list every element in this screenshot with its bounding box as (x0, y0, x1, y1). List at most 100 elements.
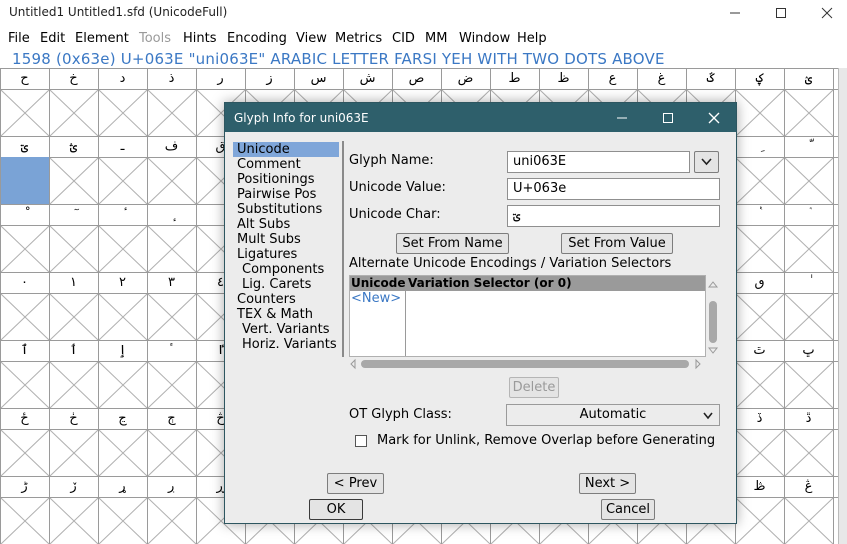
menu-cid[interactable]: CID (392, 31, 415, 46)
glyph-cell-label[interactable]: ؽ (784, 70, 833, 88)
glyph-cell-label[interactable]: ڏ (735, 410, 784, 428)
menu-tools[interactable]: Tools (139, 31, 171, 46)
glyph-cell-label[interactable]: ٕ (147, 206, 196, 224)
empty-glyph-cross[interactable] (148, 498, 196, 544)
menu-view[interactable]: View (296, 31, 327, 46)
empty-glyph-cross[interactable] (785, 294, 833, 340)
glyph-cell-label[interactable]: ڑ (0, 478, 49, 496)
empty-glyph-cross[interactable] (99, 294, 147, 340)
empty-glyph-cross[interactable] (99, 498, 147, 544)
glyph-cell-label[interactable]: ١ (49, 274, 98, 292)
glyph-cell-label[interactable]: ٯ (735, 274, 784, 292)
glyph-cell-label[interactable]: ڂ (49, 410, 98, 428)
glyph-cell-label[interactable]: ف (147, 138, 196, 156)
glyph-cell-label[interactable]: ٲ (49, 342, 98, 360)
glyph-cell-label[interactable]: ؼ (735, 70, 784, 88)
empty-glyph-cross[interactable] (99, 226, 147, 272)
side-item-vert-variants[interactable]: Vert. Variants (233, 322, 339, 337)
maximize-icon[interactable] (645, 103, 691, 132)
side-item-lig-carets[interactable]: Lig. Carets (233, 277, 339, 292)
glyph-cell-label[interactable]: ص (392, 70, 441, 88)
prev-button[interactable]: < Prev (327, 473, 384, 494)
side-item-counters[interactable]: Counters (233, 292, 339, 307)
glyph-cell-label[interactable]: خ (49, 70, 98, 88)
alt-table-hscrollbar[interactable] (349, 357, 706, 371)
glyph-cell-label[interactable]: ڠ (784, 478, 833, 496)
glyph-cell-label[interactable]: ؾ (0, 138, 49, 156)
glyph-cell-label[interactable]: ڀ (784, 342, 833, 360)
menu-hints[interactable]: Hints (183, 31, 217, 46)
empty-glyph-cross[interactable] (50, 90, 98, 136)
glyph-cell-label[interactable]: ٰ (784, 274, 833, 292)
glyph-cell-label[interactable]: ػ (686, 70, 735, 88)
glyph-cell-label[interactable]: ظ (539, 70, 588, 88)
glyph-cell-label[interactable]: ٓ (49, 206, 98, 224)
empty-glyph-cross[interactable] (50, 294, 98, 340)
side-item-positionings[interactable]: Positionings (233, 172, 339, 187)
glyph-cell-label[interactable]: ض (441, 70, 490, 88)
glyph-cell-label[interactable]: د (98, 70, 147, 88)
glyph-cell-label[interactable]: ز (245, 70, 294, 88)
empty-glyph-cross[interactable] (50, 362, 98, 408)
empty-glyph-cross[interactable] (148, 90, 196, 136)
menu-window[interactable]: Window (459, 31, 510, 46)
side-item-tex-math[interactable]: TEX & Math (233, 307, 339, 322)
menu-element[interactable]: Element (75, 31, 129, 46)
menu-help[interactable]: Help (517, 31, 547, 46)
empty-glyph-cross[interactable] (99, 430, 147, 476)
glyph-cell-label[interactable]: ر (196, 70, 245, 88)
alt-new-entry[interactable]: <New> (351, 291, 401, 306)
unlink-checkbox[interactable] (355, 435, 367, 447)
glyph-cell-label[interactable]: ٔ (98, 206, 147, 224)
glyph-cell-label[interactable]: ـ (98, 138, 147, 156)
glyph-cell-label[interactable]: ّ (784, 138, 833, 156)
glyph-cell-label[interactable]: ٣ (147, 274, 196, 292)
glyph-cell-label[interactable]: ٱ (0, 342, 49, 360)
glyph-cell-label[interactable]: ْ (0, 206, 49, 224)
maximize-icon[interactable] (758, 0, 804, 26)
glyph-cell-label[interactable]: ٠ (0, 274, 49, 292)
empty-glyph-cross[interactable] (785, 226, 833, 272)
glyph-cell-label[interactable]: ڄ (147, 410, 196, 428)
close-icon[interactable] (691, 103, 737, 132)
minimize-icon[interactable] (599, 103, 645, 132)
glyph-cell-label[interactable]: ط (490, 70, 539, 88)
menu-mm[interactable]: MM (425, 31, 447, 46)
glyph-cell-label[interactable]: ؿ (49, 138, 98, 156)
glyph-cell-label[interactable]: ڔ (147, 478, 196, 496)
glyph-cell-label[interactable]: ٴ (147, 342, 196, 360)
empty-glyph-cross[interactable] (50, 430, 98, 476)
empty-glyph-cross[interactable] (148, 294, 196, 340)
empty-glyph-cross[interactable] (1, 498, 49, 544)
glyph-cell-label[interactable]: ڐ (784, 410, 833, 428)
empty-glyph-cross[interactable] (148, 158, 196, 204)
alt-table-vscrollbar[interactable] (706, 275, 720, 357)
empty-glyph-cross[interactable] (785, 158, 833, 204)
glyph-cell-label[interactable]: ٞ (784, 206, 833, 224)
side-item-ligatures[interactable]: Ligatures (233, 247, 339, 262)
close-icon[interactable] (804, 0, 847, 26)
empty-glyph-cross[interactable] (50, 158, 98, 204)
glyph-cell-label[interactable]: ٿ (735, 342, 784, 360)
empty-glyph-cross[interactable] (736, 90, 784, 136)
minimize-icon[interactable] (712, 0, 758, 26)
set-from-name-button[interactable]: Set From Name (396, 233, 509, 254)
selected-glyph-cell[interactable] (1, 157, 49, 204)
empty-glyph-cross[interactable] (1, 430, 49, 476)
ok-button[interactable]: OK (309, 499, 363, 520)
empty-glyph-cross[interactable] (148, 430, 196, 476)
empty-glyph-cross[interactable] (736, 498, 784, 544)
menu-edit[interactable]: Edit (40, 31, 65, 46)
glyph-cell-label[interactable]: س (294, 70, 343, 88)
set-from-value-button[interactable]: Set From Value (561, 233, 673, 254)
cancel-button[interactable]: Cancel (601, 499, 655, 520)
unicode-char-field[interactable]: ؾ (507, 205, 720, 227)
glyph-cell-label[interactable]: ٢ (98, 274, 147, 292)
side-item-unicode[interactable]: Unicode (233, 142, 339, 157)
glyph-cell-label[interactable]: غ (637, 70, 686, 88)
empty-glyph-cross[interactable] (785, 430, 833, 476)
glyph-cell-label[interactable]: ش (343, 70, 392, 88)
empty-glyph-cross[interactable] (50, 498, 98, 544)
empty-glyph-cross[interactable] (99, 90, 147, 136)
empty-glyph-cross[interactable] (148, 226, 196, 272)
